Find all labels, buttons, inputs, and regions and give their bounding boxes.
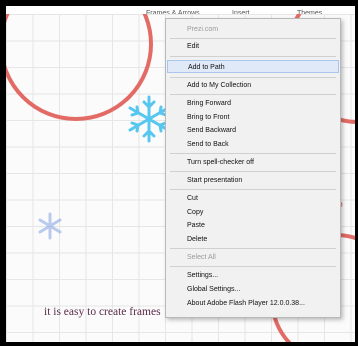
menu-item-start-presentation[interactable]: Start presentation — [166, 174, 340, 187]
menu-separator — [170, 189, 336, 190]
menu-item-bring-to-front[interactable]: Bring to Front — [166, 111, 340, 124]
menu-item-settings[interactable]: Settings... — [166, 269, 340, 282]
menu-separator — [170, 153, 336, 154]
menu-item-send-to-back[interactable]: Send to Back — [166, 138, 340, 151]
small-snowflake-icon — [38, 212, 62, 240]
menu-item-prezi-com: Prezi.com — [187, 26, 219, 33]
menu-item-paste[interactable]: Paste — [166, 219, 340, 232]
menu-item-edit[interactable]: Edit — [166, 40, 340, 53]
menu-separator — [170, 171, 336, 172]
menu-item-send-backward[interactable]: Send Backward — [166, 124, 340, 137]
menu-item-copy[interactable]: Copy — [166, 206, 340, 219]
menu-item-bring-forward[interactable]: Bring Forward — [166, 97, 340, 110]
menu-separator — [170, 77, 336, 78]
menu-separator — [170, 266, 336, 267]
menu-item-cut[interactable]: Cut — [166, 192, 340, 205]
menu-separator — [170, 248, 336, 249]
menu-item-add-to-collection[interactable]: Add to My Collection — [166, 79, 340, 92]
menu-item-select-all: Select All — [187, 254, 216, 261]
menu-item-add-to-path[interactable]: Add to Path — [167, 60, 339, 73]
menu-item-about-flash[interactable]: About Adobe Flash Player 12.0.0.38... — [166, 297, 340, 310]
menu-item-spell-checker[interactable]: Turn spell-checker off — [166, 156, 340, 169]
menu-separator — [170, 56, 336, 57]
menu-separator — [170, 38, 336, 39]
menu-item-global-settings[interactable]: Global Settings... — [166, 283, 340, 296]
menu-item-delete[interactable]: Delete — [166, 233, 340, 246]
context-menu: Prezi.com Edit Add to Path Add to My Col… — [165, 18, 341, 318]
menu-separator — [170, 94, 336, 95]
canvas-main-text[interactable]: it is easy to create frames — [44, 306, 161, 318]
